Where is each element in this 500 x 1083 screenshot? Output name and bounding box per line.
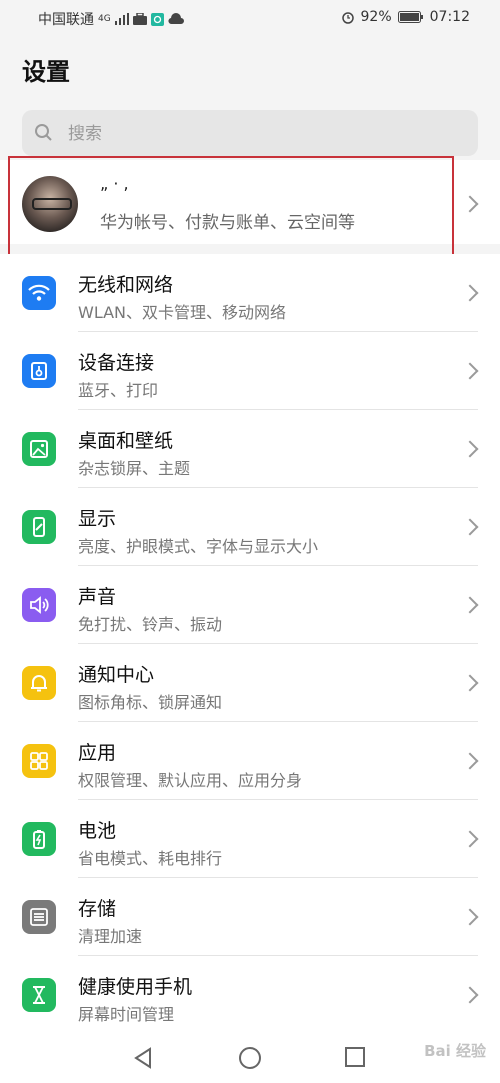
item-title: 电池	[78, 820, 117, 842]
settings-item-display[interactable]: 显示 亮度、护眼模式、字体与显示大小	[0, 488, 500, 566]
chevron-right-icon	[461, 362, 479, 380]
wifi-icon	[22, 276, 56, 310]
item-subtitle: 清理加速	[78, 927, 143, 946]
cloud-icon	[168, 13, 184, 25]
chevron-right-icon	[461, 674, 479, 692]
clock: 07:12	[429, 9, 470, 25]
search-input[interactable]	[66, 110, 450, 158]
chevron-right-icon	[461, 518, 479, 536]
battery-percent: 92%	[360, 9, 392, 25]
chevron-right-icon	[461, 830, 479, 848]
display-icon	[22, 510, 56, 544]
item-subtitle: 免打扰、铃声、振动	[78, 615, 223, 634]
search-icon	[35, 124, 52, 141]
home-button[interactable]	[238, 1046, 262, 1070]
item-subtitle: WLAN、双卡管理、移动网络	[78, 303, 287, 322]
item-title: 声音	[78, 586, 117, 608]
battery-icon	[22, 822, 56, 856]
settings-list: 无线和网络 WLAN、双卡管理、移动网络 设备连接 蓝牙、打印 桌面和壁纸 杂志…	[0, 254, 500, 1034]
settings-item-wireless-network[interactable]: 无线和网络 WLAN、双卡管理、移动网络	[0, 254, 500, 332]
settings-item-device-connection[interactable]: 设备连接 蓝牙、打印	[0, 332, 500, 410]
settings-item-storage[interactable]: 存储 清理加速	[0, 878, 500, 956]
item-title: 通知中心	[78, 664, 155, 686]
item-title: 显示	[78, 508, 117, 530]
item-subtitle: 杂志锁屏、主题	[78, 459, 191, 478]
chevron-right-icon	[461, 284, 479, 302]
status-bar: 中国联通 4G 92% 07:12	[0, 0, 500, 36]
page-title: 设置	[22, 58, 70, 86]
chevron-right-icon	[461, 596, 479, 614]
settings-item-apps[interactable]: 应用 权限管理、默认应用、应用分身	[0, 722, 500, 800]
item-subtitle: 省电模式、耗电排行	[78, 849, 223, 868]
wallpaper-icon	[22, 432, 56, 466]
item-subtitle: 蓝牙、打印	[78, 381, 159, 400]
item-title: 桌面和壁纸	[78, 430, 174, 452]
sound-icon	[22, 588, 56, 622]
item-title: 存储	[78, 898, 117, 920]
settings-item-battery[interactable]: 电池 省电模式、耗电排行	[0, 800, 500, 878]
briefcase-icon	[132, 13, 147, 25]
watermark: Bai 经验	[424, 1042, 486, 1060]
item-subtitle: 屏幕时间管理	[78, 1005, 175, 1024]
storage-icon	[22, 900, 56, 934]
item-subtitle: 图标角标、锁屏通知	[78, 693, 223, 712]
chevron-right-icon	[461, 752, 479, 770]
item-title: 无线和网络	[78, 274, 174, 296]
alarm-icon	[341, 12, 354, 24]
back-button[interactable]	[132, 1046, 154, 1070]
chevron-right-icon	[461, 440, 479, 458]
chevron-right-icon	[461, 195, 479, 213]
item-title: 设备连接	[78, 352, 155, 374]
network-type: 4G	[98, 14, 111, 24]
bell-icon	[22, 666, 56, 700]
item-title: 健康使用手机	[78, 976, 193, 998]
apps-icon	[22, 744, 56, 778]
device-connection-icon	[22, 354, 56, 388]
battery-icon	[397, 11, 423, 23]
settings-item-notification-center[interactable]: 通知中心 图标角标、锁屏通知	[0, 644, 500, 722]
settings-item-digital-balance[interactable]: 健康使用手机 屏幕时间管理	[0, 956, 500, 1034]
item-subtitle: 权限管理、默认应用、应用分身	[78, 771, 303, 790]
item-subtitle: 亮度、护眼模式、字体与显示大小	[78, 537, 319, 556]
highlight-box	[8, 156, 454, 264]
carrier-label: 中国联通	[38, 12, 94, 28]
hourglass-icon	[22, 978, 56, 1012]
chevron-right-icon	[461, 908, 479, 926]
signal-icon	[114, 13, 129, 25]
settings-item-sound[interactable]: 声音 免打扰、铃声、振动	[0, 566, 500, 644]
settings-item-home-wallpaper[interactable]: 桌面和壁纸 杂志锁屏、主题	[0, 410, 500, 488]
recent-apps-button[interactable]	[344, 1046, 366, 1068]
search-bar[interactable]	[22, 110, 478, 158]
item-title: 应用	[78, 742, 117, 764]
app-notification-icon	[150, 12, 164, 26]
chevron-right-icon	[461, 986, 479, 1004]
